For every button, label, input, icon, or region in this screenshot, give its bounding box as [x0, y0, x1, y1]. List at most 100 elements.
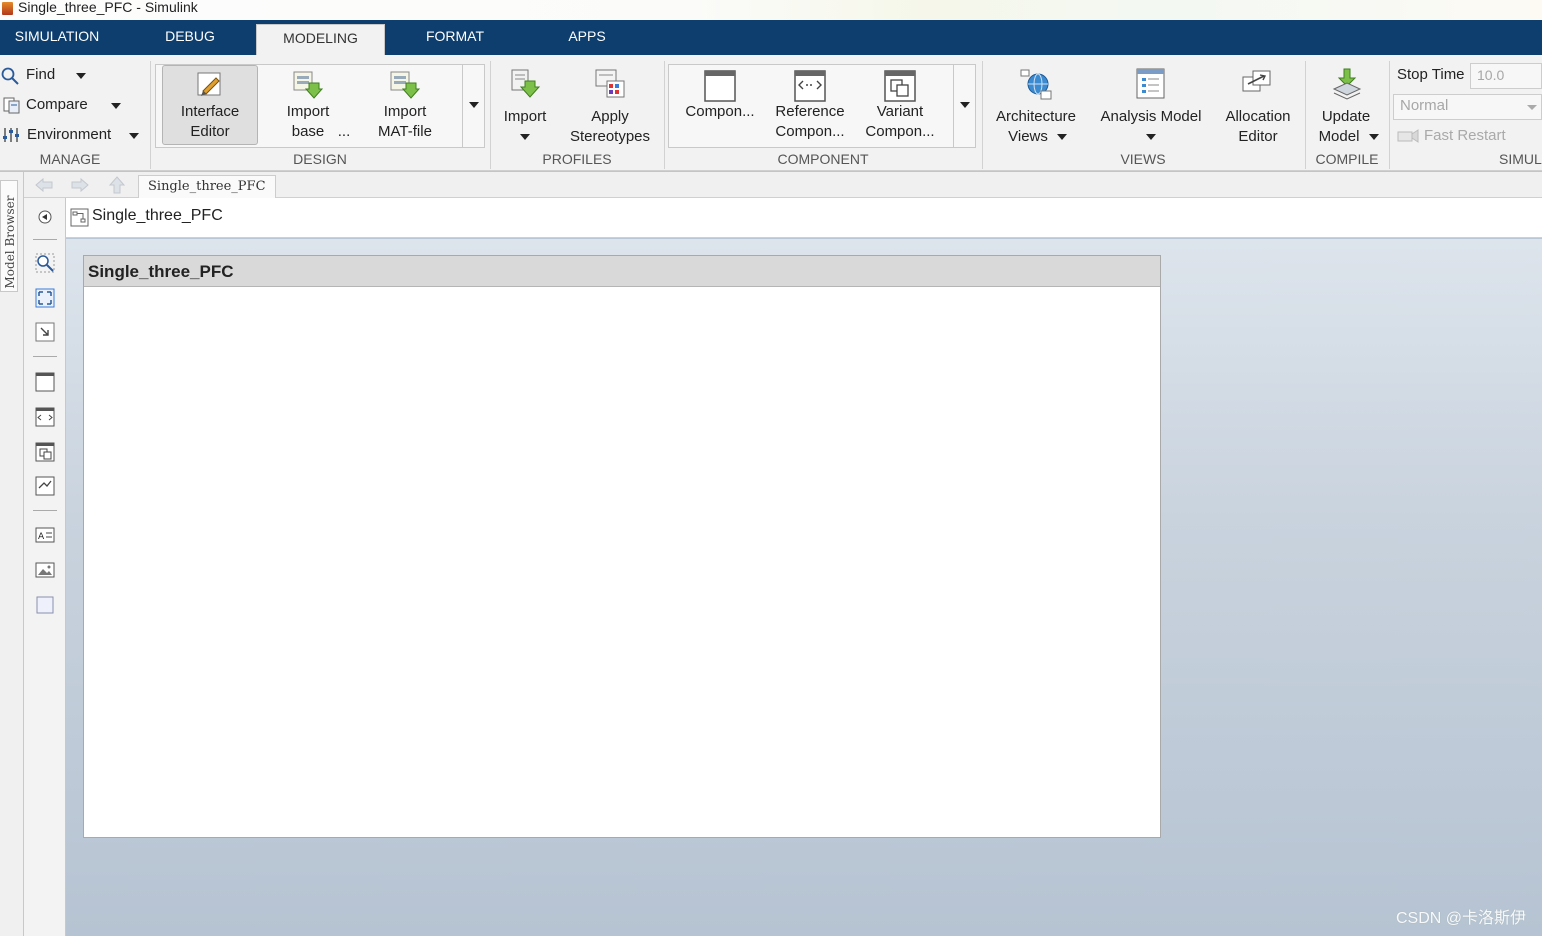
fit-selection-icon[interactable] [35, 322, 55, 342]
breadcrumb-model[interactable]: Single_three_PFC [92, 207, 223, 225]
window-title: Single_three_PFC - Simulink [18, 0, 198, 15]
tab-debug[interactable]: DEBUG [134, 20, 246, 55]
update-model-dropdown-icon[interactable] [1369, 134, 1379, 140]
stop-time-label: Stop Time [1397, 66, 1465, 83]
import-mat-file-icon[interactable] [388, 69, 420, 101]
fast-restart-button[interactable]: Fast Restart [1424, 126, 1506, 146]
tool-palette: A [24, 198, 66, 936]
import-profile-label[interactable]: Import [495, 107, 555, 127]
variant-component-label-1[interactable]: Variant [856, 102, 944, 122]
compare-dropdown-icon[interactable] [111, 103, 121, 109]
reference-component-label-1[interactable]: Reference [766, 102, 854, 122]
interface-editor-label-2: Editor [190, 123, 230, 140]
allocation-editor-icon[interactable] [1240, 67, 1274, 101]
update-model-icon[interactable] [1330, 67, 1364, 101]
model-canvas[interactable]: Single_three_PFC CSDN @卡洛斯伊 [66, 239, 1542, 936]
annotation-icon[interactable]: A [35, 525, 55, 545]
back-arrow-icon[interactable] [34, 177, 54, 193]
component-label[interactable]: Compon... [676, 102, 764, 122]
chevron-down-icon [469, 102, 479, 108]
simulation-mode-select[interactable]: Normal [1393, 94, 1542, 120]
compare-button[interactable]: Compare [26, 95, 88, 115]
model-browser-tab[interactable]: Model Browser [0, 180, 18, 292]
analysis-model-icon[interactable] [1134, 67, 1168, 101]
divider [1389, 61, 1390, 169]
title-bar: Single_three_PFC - Simulink [0, 0, 1542, 20]
analysis-model-label[interactable]: Analysis Model [1092, 107, 1210, 127]
model-browser-strip: Model Browser [0, 172, 24, 936]
allocation-editor-label-2[interactable]: Editor [1214, 127, 1302, 147]
apply-stereotypes-label-2[interactable]: Stereotypes [560, 127, 660, 147]
import-profile-dropdown-icon[interactable] [520, 134, 530, 140]
section-manage: MANAGE [39, 151, 101, 167]
environment-button[interactable]: Environment [27, 125, 111, 145]
hide-show-explorer-icon[interactable] [35, 207, 55, 227]
component-icon[interactable] [704, 70, 736, 102]
chevron-down-icon [960, 102, 970, 108]
reference-component-icon[interactable] [794, 70, 826, 102]
section-component: COMPONENT [777, 151, 869, 167]
divider [33, 356, 57, 357]
architecture-views-dropdown-icon[interactable] [1057, 134, 1067, 140]
search-icon [1, 67, 19, 85]
environment-icon [3, 128, 19, 142]
up-arrow-icon[interactable] [108, 176, 126, 194]
tab-modeling[interactable]: MODELING [256, 24, 385, 55]
import-base-icon[interactable] [291, 69, 323, 101]
reference-component-label-2[interactable]: Compon... [766, 122, 854, 142]
design-gallery-expand[interactable] [462, 64, 484, 148]
divider [150, 61, 151, 169]
analysis-model-dropdown-icon[interactable] [1146, 134, 1156, 140]
import-base-more[interactable]: ... [336, 122, 352, 142]
import-base-label-1[interactable]: Import [268, 102, 348, 122]
address-bar: Single_three_PFC [66, 198, 1542, 238]
section-compile: COMPILE [1315, 151, 1379, 167]
reference-component-block-icon[interactable] [35, 407, 55, 427]
apply-stereotypes-icon[interactable] [593, 67, 627, 101]
svg-text:A: A [38, 532, 45, 542]
component-block-icon[interactable] [35, 372, 55, 392]
component-gallery-expand[interactable] [953, 64, 975, 148]
stop-time-input[interactable]: 10.0 [1470, 63, 1542, 89]
architecture-views-label-1[interactable]: Architecture [986, 107, 1086, 127]
variant-component-label-2[interactable]: Compon... [856, 122, 944, 142]
image-icon[interactable] [35, 560, 55, 580]
simulink-app-icon [2, 2, 13, 15]
fast-restart-icon [1397, 129, 1419, 143]
watermark: CSDN @卡洛斯伊 [1395, 910, 1526, 927]
section-simulate: SIMUL [1499, 151, 1542, 167]
chevron-down-icon [1527, 105, 1537, 110]
variant-component-block-icon[interactable] [35, 442, 55, 462]
area-icon[interactable] [35, 595, 55, 615]
architecture-model-block[interactable]: Single_three_PFC [83, 255, 1161, 838]
section-design: DESIGN [293, 151, 347, 167]
import-mat-label-1[interactable]: Import [362, 102, 448, 122]
find-button[interactable]: Find [26, 65, 55, 85]
update-model-label-2[interactable]: Model [1308, 127, 1370, 147]
import-profile-icon[interactable] [509, 67, 541, 101]
tab-format[interactable]: FORMAT [400, 20, 510, 55]
divider [33, 510, 57, 511]
apply-stereotypes-label-1[interactable]: Apply [560, 107, 660, 127]
find-dropdown-icon[interactable] [76, 73, 86, 79]
simulation-mode-value: Normal [1400, 97, 1449, 114]
architecture-model-title: Single_three_PFC [84, 256, 1160, 287]
allocation-editor-label-1[interactable]: Allocation [1214, 107, 1302, 127]
model-tab[interactable]: Single_three_PFC [138, 175, 276, 198]
tab-apps[interactable]: APPS [538, 20, 636, 55]
variant-component-icon[interactable] [884, 70, 916, 102]
zoom-icon[interactable] [35, 253, 55, 273]
toolstrip-tabs: SIMULATION DEBUG MODELING FORMAT APPS [0, 20, 1542, 55]
update-model-label-1[interactable]: Update [1308, 107, 1384, 127]
section-views: VIEWS [1120, 151, 1166, 167]
model-icon [70, 208, 89, 227]
environment-dropdown-icon[interactable] [129, 133, 139, 139]
navigation-bar: Single_three_PFC [24, 172, 1542, 198]
compare-icon [3, 97, 20, 114]
fit-to-view-icon[interactable] [35, 288, 55, 308]
tab-simulation[interactable]: SIMULATION [0, 20, 114, 55]
forward-arrow-icon[interactable] [70, 177, 90, 193]
import-mat-label-2[interactable]: MAT-file [362, 122, 448, 142]
adapter-block-icon[interactable] [35, 476, 55, 496]
architecture-views-icon[interactable] [1019, 67, 1055, 101]
